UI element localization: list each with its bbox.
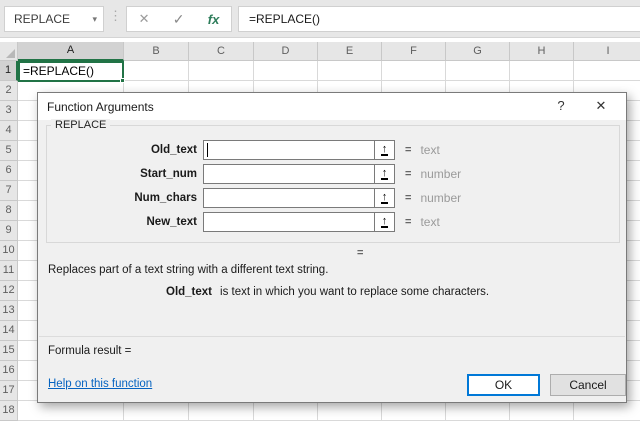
argument-label: New_text (47, 216, 197, 228)
collapse-dialog-button[interactable]: ↑ (374, 164, 395, 184)
argument-type-hint: number (420, 167, 461, 181)
argument-row: Start_num ↑ = number (47, 164, 619, 184)
row-header-8[interactable]: 8 (0, 201, 18, 221)
row-header-12[interactable]: 12 (0, 281, 18, 301)
argument-rows: Old_text ↑ = text Start_num ↑ = number N… (47, 140, 619, 236)
name-box-value: REPLACE (14, 12, 70, 26)
row-header-1[interactable]: 1 (0, 61, 18, 81)
argument-type-hint: text (420, 143, 439, 157)
collapse-dialog-icon: ↑ (381, 168, 389, 180)
equals-sign: = (405, 192, 411, 204)
collapse-dialog-icon: ↑ (381, 144, 389, 156)
cancel-button[interactable]: Cancel (550, 374, 626, 396)
argument-input[interactable] (203, 140, 375, 160)
argument-input[interactable] (203, 188, 375, 208)
row-header-13[interactable]: 13 (0, 301, 18, 321)
argument-help-text: Old_text is text in which you want to rep… (166, 286, 489, 298)
function-description: Replaces part of a text string with a di… (48, 264, 328, 276)
row-header-6[interactable]: 6 (0, 161, 18, 181)
formula-result-label: Formula result = (48, 345, 131, 357)
insert-function-icon[interactable]: fx (208, 12, 220, 27)
column-header-F[interactable]: F (382, 42, 446, 61)
argument-help-label: Old_text (166, 286, 212, 298)
collapse-dialog-button[interactable]: ↑ (374, 140, 395, 160)
row-header-column: 123456789101112131415161718 (0, 61, 18, 421)
column-header-G[interactable]: G (446, 42, 510, 61)
equals-sign: = (405, 144, 411, 156)
more-options-icon: ⋮ (108, 8, 122, 24)
column-header-A[interactable]: A (18, 42, 124, 61)
row-header-5[interactable]: 5 (0, 141, 18, 161)
argument-type-hint: number (420, 191, 461, 205)
argument-input[interactable] (203, 164, 375, 184)
argument-label: Start_num (47, 168, 197, 180)
column-header-C[interactable]: C (189, 42, 254, 61)
row-header-4[interactable]: 4 (0, 121, 18, 141)
formula-toolbar: REPLACE ▾ ⋮ ✕ ✓ fx =REPLACE() (0, 0, 640, 38)
argument-row: Old_text ↑ = text (47, 140, 619, 160)
text-caret (207, 143, 208, 157)
selected-cell-a1[interactable]: =REPLACE() (18, 61, 124, 82)
argument-help-body: is text in which you want to replace som… (220, 286, 489, 298)
row-header-11[interactable]: 11 (0, 261, 18, 281)
argument-type-hint: text (420, 215, 439, 229)
collapse-dialog-icon: ↑ (381, 192, 389, 204)
collapse-dialog-button[interactable]: ↑ (374, 188, 395, 208)
formula-button-group: ✕ ✓ fx (126, 6, 232, 32)
row-header-16[interactable]: 16 (0, 361, 18, 381)
collapse-dialog-button[interactable]: ↑ (374, 212, 395, 232)
argument-row: New_text ↑ = text (47, 212, 619, 232)
equals-sign: = (405, 216, 411, 228)
dialog-title: Function Arguments (47, 100, 154, 114)
confirm-entry-icon[interactable]: ✓ (173, 11, 185, 28)
equals-sign: = (405, 168, 411, 180)
fill-handle[interactable] (120, 78, 125, 83)
row-header-7[interactable]: 7 (0, 181, 18, 201)
row-header-9[interactable]: 9 (0, 221, 18, 241)
column-header-H[interactable]: H (510, 42, 574, 61)
row-header-2[interactable]: 2 (0, 81, 18, 101)
argument-label: Old_text (47, 144, 197, 156)
result-equals: = (357, 247, 363, 259)
dialog-titlebar[interactable]: Function Arguments (38, 93, 626, 120)
group-label: REPLACE (51, 119, 110, 131)
row-header-17[interactable]: 17 (0, 381, 18, 401)
ok-button[interactable]: OK (467, 374, 540, 396)
column-header-I[interactable]: I (574, 42, 640, 61)
formula-bar-input[interactable]: =REPLACE() (238, 6, 640, 32)
chevron-down-icon[interactable]: ▾ (92, 14, 97, 25)
footer-divider (39, 336, 625, 337)
row-header-10[interactable]: 10 (0, 241, 18, 261)
replace-group-box: REPLACE Old_text ↑ = text Start_num ↑ = … (46, 125, 620, 243)
cancel-entry-icon[interactable]: ✕ (139, 11, 150, 27)
column-header-E[interactable]: E (318, 42, 382, 61)
name-box[interactable]: REPLACE ▾ (4, 6, 104, 32)
column-header-row: ABCDEFGHI (0, 42, 640, 61)
column-header-D[interactable]: D (254, 42, 318, 61)
row-header-18[interactable]: 18 (0, 401, 18, 421)
argument-row: Num_chars ↑ = number (47, 188, 619, 208)
function-arguments-dialog: Function Arguments ? ✕ REPLACE Old_text … (37, 92, 627, 403)
row-header-3[interactable]: 3 (0, 101, 18, 121)
row-header-14[interactable]: 14 (0, 321, 18, 341)
help-icon[interactable]: ? (548, 98, 574, 116)
row-header-15[interactable]: 15 (0, 341, 18, 361)
argument-label: Num_chars (47, 192, 197, 204)
cell-a1-value: =REPLACE() (23, 64, 94, 78)
formula-text: =REPLACE() (249, 12, 320, 26)
column-header-B[interactable]: B (124, 42, 189, 61)
close-icon[interactable]: ✕ (588, 98, 614, 116)
help-on-function-link[interactable]: Help on this function (48, 378, 152, 390)
collapse-dialog-icon: ↑ (381, 216, 389, 228)
argument-input[interactable] (203, 212, 375, 232)
